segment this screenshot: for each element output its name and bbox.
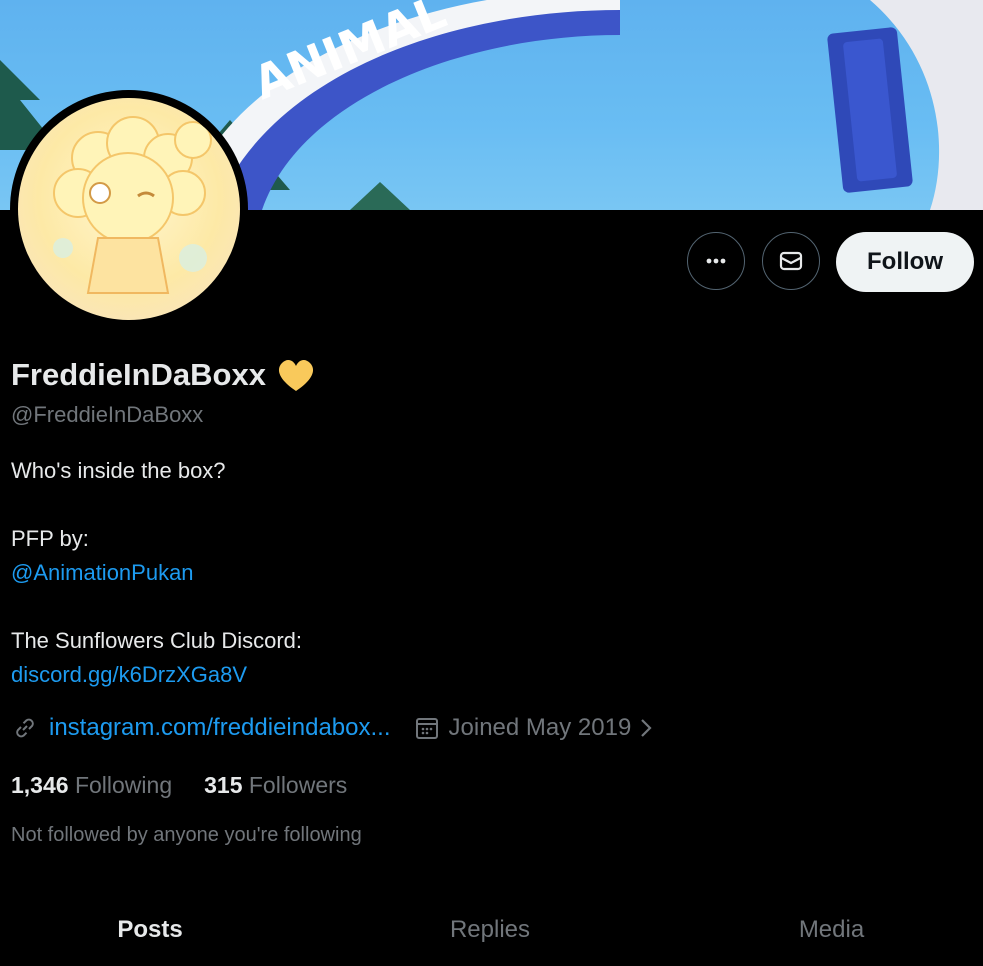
more-horizontal-icon [706,258,726,264]
user-handle: @FreddieInDaBoxx [11,402,204,427]
joined-date: Joined May 2019 [448,714,632,741]
avatar-image [18,98,240,320]
followers-label: Followers [248,772,348,798]
not-followed-note: Not followed by anyone you're following [11,824,362,846]
following-count: 1,346 [11,772,69,798]
calendar-icon [415,718,438,739]
followers-stat[interactable]: 315 Followers [204,772,347,799]
name-row: FreddieInDaBoxx [11,355,318,395]
more-options-button[interactable] [687,232,745,290]
following-label: Following [74,772,173,798]
profile-tabs: Posts Replies Media [0,898,983,966]
avatar[interactable] [10,90,248,328]
bio-line: Who's inside the box? [11,458,226,483]
tab-replies[interactable]: Replies [300,898,680,966]
follow-stats: 1,346 Following 315 Followers [11,772,379,799]
bio-line: The Sunflowers Club Discord: [11,628,303,653]
website-link[interactable]: instagram.com/freddieindabox... [49,714,391,742]
tab-posts[interactable]: Posts [0,898,300,966]
tab-media[interactable]: Media [680,898,983,966]
follow-button[interactable]: Follow [836,232,974,292]
display-name: FreddieInDaBoxx [11,357,266,392]
message-button[interactable] [762,232,820,290]
bio-line: PFP by: [11,526,89,551]
bio-mention-link[interactable]: @AnimationPukan [11,560,194,586]
yellow-heart-icon [278,359,313,391]
envelope-icon [779,251,803,271]
chevron-right-icon[interactable] [637,716,655,740]
discord-link[interactable]: discord.gg/k6DrzXGa8V [11,662,247,688]
profile-meta: instagram.com/freddieindabox... Joined M… [11,714,655,742]
followers-count: 315 [204,772,243,798]
following-stat[interactable]: 1,346 Following [11,772,172,799]
link-icon [16,718,34,738]
